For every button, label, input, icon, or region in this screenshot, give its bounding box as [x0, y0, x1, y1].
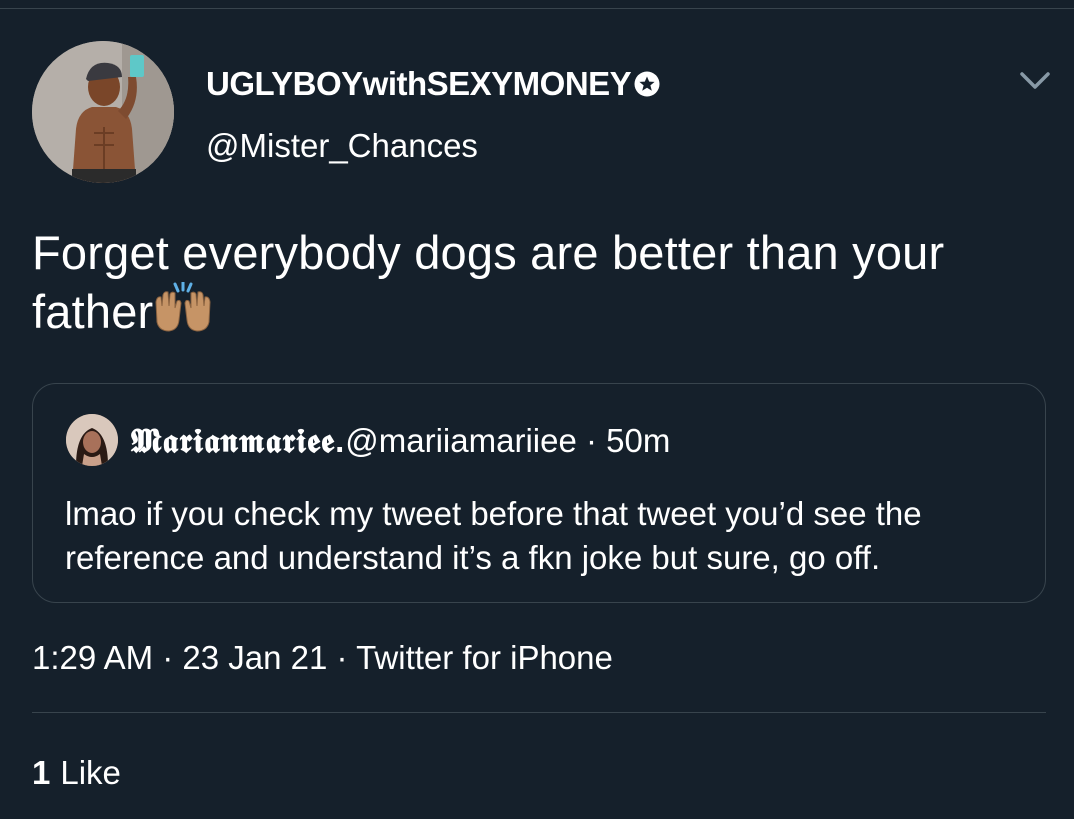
divider	[32, 712, 1046, 713]
author-display-name[interactable]: UGLYBOYwithSEXYMONEY	[206, 64, 661, 104]
tweet-timestamp[interactable]: 1:29 AM · 23 Jan 21 · Twitter for iPhone	[32, 637, 613, 679]
author-avatar[interactable]	[32, 41, 174, 183]
top-divider	[0, 8, 1074, 9]
raising-hands-emoji-icon	[155, 282, 211, 332]
likes-number: 1	[32, 754, 51, 791]
author-handle[interactable]: @Mister_Chances	[206, 126, 478, 166]
quoted-author-meta: @mariiamariiee · 50m	[345, 422, 671, 459]
star-badge-icon	[634, 71, 660, 97]
quoted-tweet-header: 𝕸𝖆𝖗𝖎𝖆𝖓𝖒𝖆𝖗𝖎𝖊𝖊. @mariiamariiee · 50m	[131, 421, 670, 461]
likes-label: Like	[60, 754, 121, 791]
quoted-author-name[interactable]: 𝕸𝖆𝖗𝖎𝖆𝖓𝖒𝖆𝖗𝖎𝖊𝖊.	[131, 421, 345, 461]
quoted-author-avatar[interactable]	[66, 414, 118, 466]
quoted-tweet-card[interactable]: 𝕸𝖆𝖗𝖎𝖆𝖓𝖒𝖆𝖗𝖎𝖊𝖊. @mariiamariiee · 50m lmao …	[32, 383, 1046, 603]
tweet-text: Forget everybody dogs are better than yo…	[32, 224, 1042, 341]
quoted-tweet-text: lmao if you check my tweet before that t…	[65, 495, 922, 576]
likes-count[interactable]: 1 Like	[32, 752, 121, 794]
author-name-text: UGLYBOYwithSEXYMONEY	[206, 65, 632, 102]
chevron-down-icon[interactable]	[1018, 66, 1052, 96]
